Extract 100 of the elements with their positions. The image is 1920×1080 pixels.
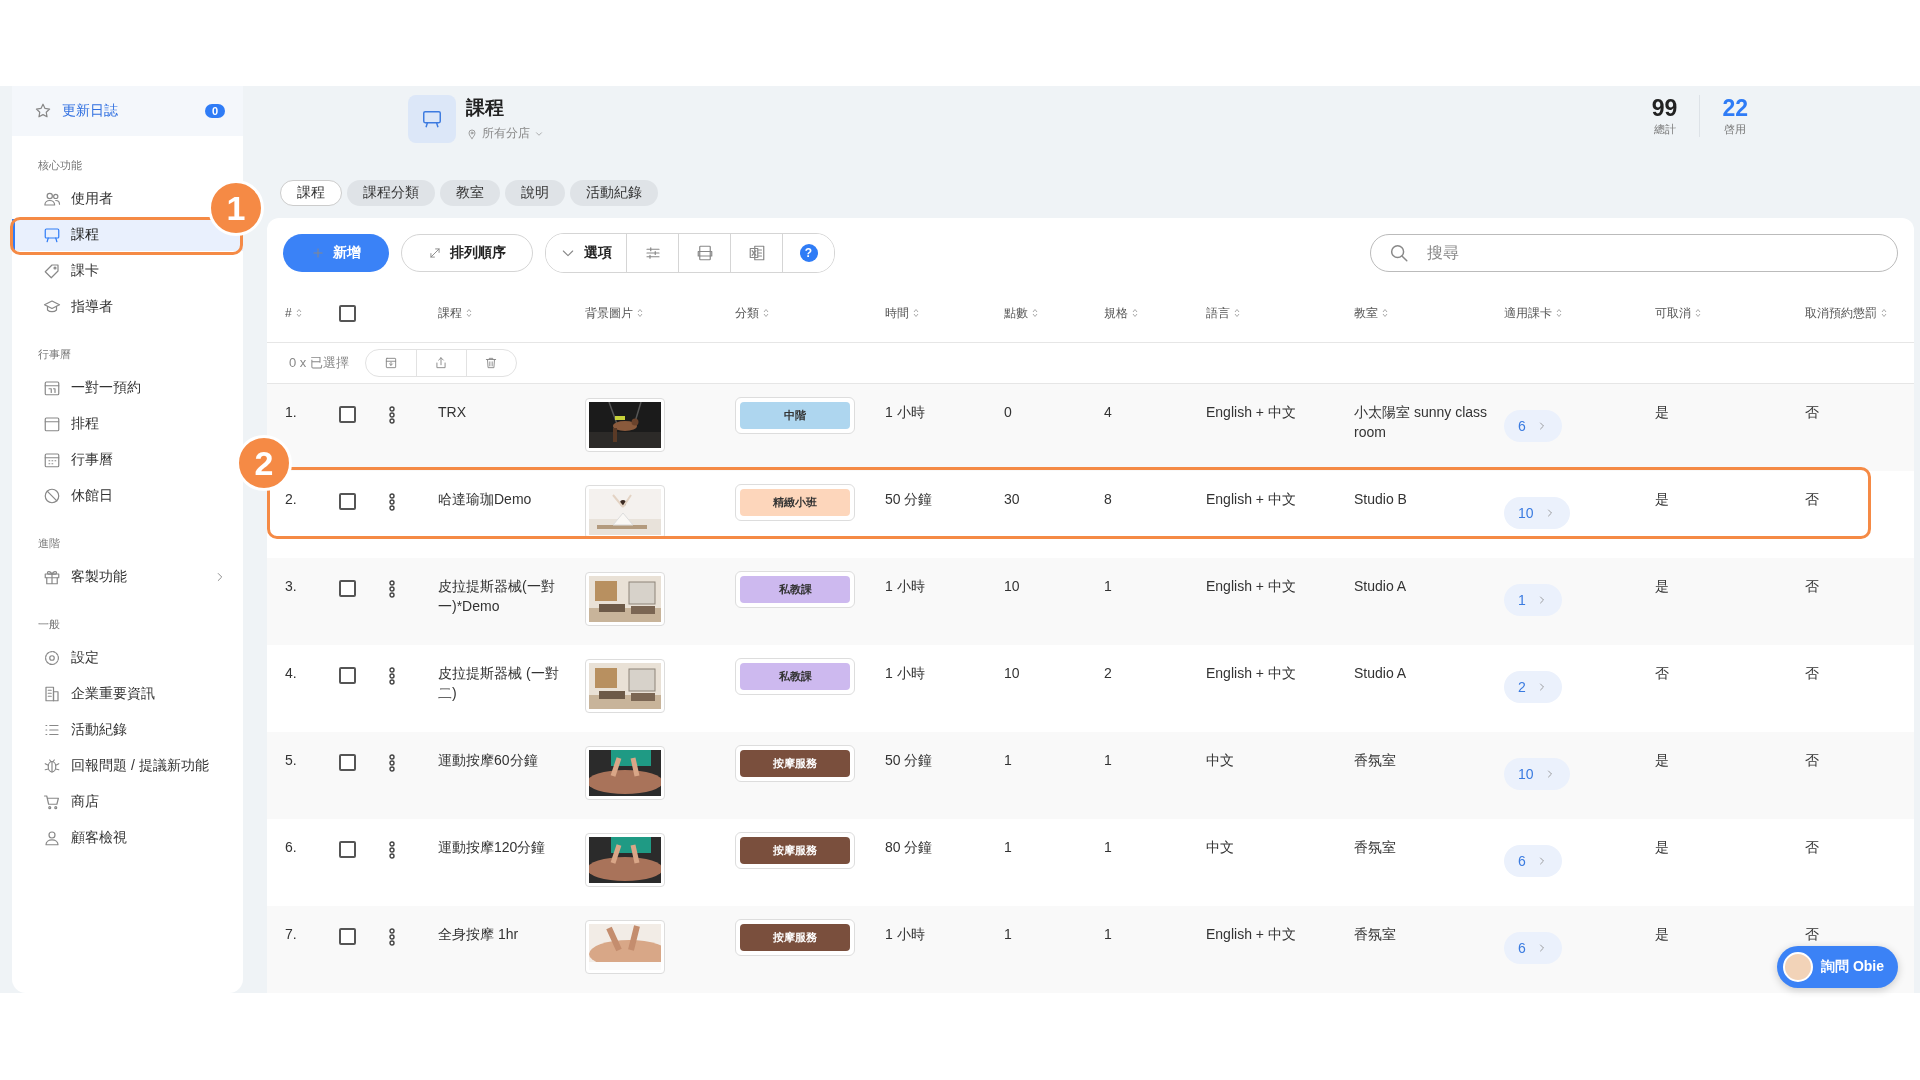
sidebar-item[interactable]: 使用者 bbox=[12, 183, 207, 215]
row-number: 1. bbox=[285, 403, 298, 422]
more-icon[interactable] bbox=[389, 841, 395, 859]
sort-order-button[interactable]: 排列順序 bbox=[401, 234, 533, 272]
sidebar-item[interactable]: 企業重要資訊 bbox=[12, 678, 243, 710]
section-title: 核心功能 bbox=[37, 158, 83, 173]
course-cards-button[interactable]: 2 bbox=[1504, 671, 1562, 703]
table-cell: English + 中文 bbox=[1206, 926, 1296, 942]
sort-icon[interactable] bbox=[1132, 308, 1138, 318]
row-checkbox[interactable] bbox=[339, 928, 356, 945]
sidebar-item[interactable]: 休館日 bbox=[12, 480, 207, 512]
sidebar-item[interactable]: 排程 bbox=[12, 408, 207, 440]
table-cell: 10 bbox=[1004, 665, 1020, 681]
sidebar-item[interactable]: 設定 bbox=[12, 642, 243, 674]
cart-icon bbox=[43, 793, 61, 811]
column-header[interactable]: 取消預約懲罰 bbox=[1805, 304, 1877, 322]
table-cell: 是 bbox=[1655, 578, 1669, 594]
table-cell: 中文 bbox=[1206, 752, 1234, 768]
row-number: 3. bbox=[285, 577, 298, 596]
tab[interactable]: 說明 bbox=[505, 179, 565, 206]
sort-icon[interactable] bbox=[295, 308, 302, 318]
sliders-icon bbox=[643, 244, 662, 262]
sidebar-item[interactable]: 活動紀錄 bbox=[12, 714, 243, 746]
course-cards-button[interactable]: 6 bbox=[1504, 932, 1562, 964]
more-icon[interactable] bbox=[389, 667, 395, 685]
sidebar-item[interactable]: 商店 bbox=[12, 786, 243, 818]
selection-count: 0 x 已選擇 bbox=[289, 354, 349, 372]
course-name: 運動按摩60分鐘 bbox=[438, 751, 539, 770]
more-icon[interactable] bbox=[389, 406, 395, 424]
sort-icon[interactable] bbox=[1382, 308, 1388, 318]
location-pin-icon bbox=[466, 127, 478, 140]
page-title: 課程 bbox=[466, 96, 505, 120]
add-button[interactable]: 新增 bbox=[283, 234, 389, 272]
sidebar-item[interactable]: 客製功能 bbox=[12, 561, 243, 593]
course-cards-button[interactable]: 6 bbox=[1504, 410, 1562, 442]
calendar-icon bbox=[43, 379, 61, 397]
row-checkbox[interactable] bbox=[339, 493, 356, 510]
sort-icon[interactable] bbox=[637, 308, 643, 318]
sort-icon[interactable] bbox=[1032, 308, 1038, 318]
sidebar-item[interactable]: 行事曆 bbox=[12, 444, 207, 476]
search-field[interactable]: 搜尋 bbox=[1370, 234, 1898, 272]
sort-icon[interactable] bbox=[466, 308, 472, 318]
column-header[interactable]: 時間 bbox=[885, 304, 909, 322]
column-header[interactable]: 背景圖片 bbox=[585, 304, 633, 322]
column-header[interactable]: 點數 bbox=[1004, 304, 1028, 322]
sidebar-item[interactable]: 指導者 bbox=[12, 291, 207, 323]
sort-icon[interactable] bbox=[913, 308, 919, 318]
column-header[interactable]: 分類 bbox=[735, 304, 759, 322]
sort-icon[interactable] bbox=[763, 308, 769, 318]
select-all-checkbox[interactable] bbox=[339, 304, 356, 322]
more-icon[interactable] bbox=[389, 754, 395, 772]
more-icon[interactable] bbox=[389, 580, 395, 598]
table-cell: 1 bbox=[1004, 839, 1012, 855]
search-icon bbox=[1388, 242, 1410, 264]
chat-button[interactable]: 詢問 Obie bbox=[1777, 946, 1898, 988]
sidebar-item[interactable]: 一對一預約 bbox=[12, 372, 207, 404]
tab[interactable]: 課程分類 bbox=[347, 179, 435, 206]
table-cell: Studio A bbox=[1354, 665, 1407, 681]
row-number: 5. bbox=[285, 751, 298, 770]
course-cards-button[interactable]: 10 bbox=[1504, 497, 1570, 529]
row-checkbox[interactable] bbox=[339, 841, 356, 858]
sidebar-item[interactable]: 課卡 bbox=[12, 255, 207, 287]
row-checkbox[interactable] bbox=[339, 754, 356, 771]
sort-icon[interactable] bbox=[1234, 308, 1240, 318]
help-button[interactable]: ? bbox=[782, 234, 834, 272]
column-header[interactable]: 適用課卡 bbox=[1504, 304, 1552, 322]
table-cell: 否 bbox=[1805, 839, 1819, 855]
tab[interactable]: 課程 bbox=[280, 179, 342, 206]
column-header[interactable]: 課程 bbox=[438, 304, 462, 322]
table-cell: 1 小時 bbox=[885, 926, 925, 942]
sidebar-item[interactable]: 顧客檢視 bbox=[12, 822, 243, 854]
column-header[interactable]: 教室 bbox=[1354, 304, 1378, 322]
row-checkbox[interactable] bbox=[339, 580, 356, 597]
sidebar-item[interactable]: 回報問題 / 提議新功能 bbox=[12, 750, 243, 782]
changelog-link[interactable]: 更新日誌 bbox=[62, 102, 195, 120]
column-header[interactable]: 可取消 bbox=[1655, 304, 1691, 322]
row-checkbox[interactable] bbox=[339, 406, 356, 423]
table-cell: 小太陽室 sunny class room bbox=[1354, 404, 1488, 440]
more-icon[interactable] bbox=[389, 928, 395, 946]
table-cell: 10 bbox=[1004, 578, 1020, 594]
course-cards-button[interactable]: 10 bbox=[1504, 758, 1570, 790]
sort-icon[interactable] bbox=[1695, 308, 1701, 318]
sort-icon[interactable] bbox=[1881, 308, 1887, 318]
column-header[interactable]: 語言 bbox=[1206, 304, 1230, 322]
table-cell: 4 bbox=[1104, 404, 1112, 420]
course-cards-button[interactable]: 6 bbox=[1504, 845, 1562, 877]
course-name: TRX bbox=[438, 403, 467, 422]
sort-icon[interactable] bbox=[1556, 308, 1562, 318]
gift-icon bbox=[43, 568, 61, 586]
table-cell: 否 bbox=[1805, 491, 1819, 507]
table-cell: 0 bbox=[1004, 404, 1012, 420]
more-icon[interactable] bbox=[389, 493, 395, 511]
column-header[interactable]: # bbox=[285, 306, 292, 320]
tab[interactable]: 活動紀錄 bbox=[570, 179, 658, 206]
tab[interactable]: 教室 bbox=[440, 179, 500, 206]
course-cards-button[interactable]: 1 bbox=[1504, 584, 1562, 616]
column-header[interactable]: 規格 bbox=[1104, 304, 1128, 322]
row-checkbox[interactable] bbox=[339, 667, 356, 684]
building-icon bbox=[43, 685, 61, 703]
easel-icon bbox=[408, 95, 456, 143]
